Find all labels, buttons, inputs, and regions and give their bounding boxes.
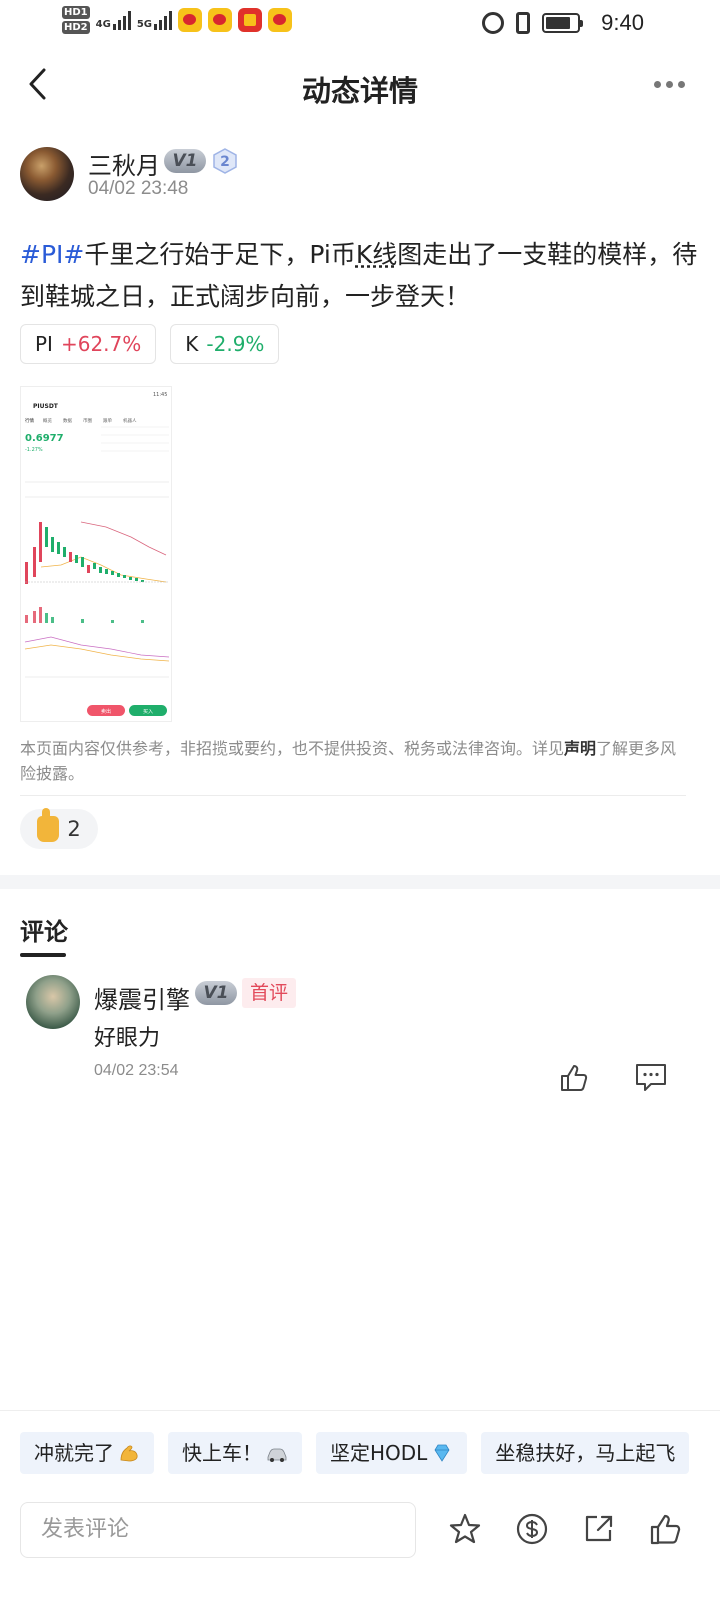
hashtag-link[interactable]: #PI# <box>20 240 84 269</box>
shot-tab: 数据 <box>63 417 72 424</box>
quick-reply-label: 坚定HODL <box>330 1441 428 1465</box>
ticker-symbol: PI <box>35 332 53 356</box>
quick-reply-label: 坐稳扶好，马上起飞 <box>495 1441 676 1465</box>
signal-1: 4G <box>96 10 131 30</box>
shot-price: 0.6977 <box>25 433 64 444</box>
ticker-symbol: K <box>185 332 199 356</box>
quick-reply-chip[interactable]: 坐稳扶好，马上起飞 <box>481 1432 690 1474</box>
tab-indicator <box>20 953 66 957</box>
kline-term[interactable]: K线 <box>356 240 397 269</box>
quick-reply-chip[interactable]: 冲就完了 <box>20 1432 154 1474</box>
author-avatar[interactable] <box>20 147 74 201</box>
ticker-change: +62.7% <box>60 332 142 356</box>
more-button[interactable] <box>654 74 690 94</box>
vip-badge: V1 <box>164 149 206 173</box>
net1-label: 4G <box>95 19 111 30</box>
net2-label: 5G <box>136 19 152 30</box>
post-body: #PI#千里之行始于足下，Pi币K线图走出了一支鞋的模样，待到鞋城之日，正式阔步… <box>20 234 700 318</box>
weibo-notification-icon <box>177 8 202 32</box>
sim1-label: HD1 <box>62 6 90 19</box>
ticker-chip-pi[interactable]: PI +62.7% <box>20 324 157 364</box>
sim2-label: HD2 <box>62 21 90 34</box>
thumbs-up-emoji-icon <box>37 808 60 842</box>
comment-input[interactable]: 发表评论 <box>20 1502 416 1558</box>
diamond-emoji-icon <box>434 1444 450 1462</box>
shot-sell-label: 卖出 <box>101 708 111 715</box>
commenter-name[interactable]: 爆震引擎 <box>94 980 190 1015</box>
status-right <box>482 12 583 34</box>
trading-app-screenshot: 11:45 PIUSDT 行情 概览 数据 币圈 跟单 机器人 0.6977 -… <box>21 387 171 721</box>
quick-reply-label: 冲就完了 <box>34 1441 114 1465</box>
sim-indicators: HD1 HD2 <box>62 6 90 34</box>
divider <box>0 1410 720 1411</box>
signal-bars-icon <box>153 10 172 30</box>
weibo-notification-icon <box>267 8 292 32</box>
thumbs-up-icon[interactable] <box>649 1512 683 1546</box>
status-left: HD1 HD2 4G 5G <box>62 6 292 34</box>
quick-reply-label: 快上车！ <box>182 1441 262 1465</box>
level-number: 2 <box>220 154 230 170</box>
comment-text: 好眼力 <box>94 1026 161 1051</box>
post-text-part: 千里之行始于足下，Pi币 <box>84 240 356 269</box>
vip-badge: V1 <box>195 981 237 1005</box>
ticker-change: -2.9% <box>206 332 265 356</box>
first-comment-badge: 首评 <box>242 978 297 1008</box>
disclaimer-text: 本页面内容仅供参考，非招揽或要约，也不提供投资、税务或法律咨询。详见 <box>20 739 565 758</box>
post-timestamp: 04/02 23:48 <box>88 178 189 199</box>
statement-link[interactable]: 声明 <box>564 739 596 758</box>
nav-bar: 动态详情 <box>0 54 720 118</box>
shot-tab: 机器人 <box>123 417 137 424</box>
weibo-notification-icon <box>207 8 232 32</box>
post-image-thumbnail[interactable]: 11:45 PIUSDT 行情 概览 数据 币圈 跟单 机器人 0.6977 -… <box>20 386 172 722</box>
shot-tab: 跟单 <box>103 417 112 424</box>
comments-tab[interactable]: 评论 <box>20 912 68 947</box>
coin-icon[interactable] <box>515 1512 549 1546</box>
author-name[interactable]: 三秋月 <box>88 146 160 181</box>
like-count: 2 <box>67 817 81 841</box>
shot-time: 11:45 <box>153 392 167 398</box>
alarm-icon <box>482 12 504 34</box>
star-icon[interactable] <box>448 1512 482 1546</box>
commenter-avatar[interactable] <box>26 975 80 1029</box>
shot-buy-label: 买入 <box>143 708 153 715</box>
shot-change: -1.27% <box>25 447 43 453</box>
risk-disclaimer: 本页面内容仅供参考，非招揽或要约，也不提供投资、税务或法律咨询。详见声明了解更多… <box>20 736 692 786</box>
level-badge-icon: 2 <box>213 148 237 174</box>
quick-reply-chip[interactable]: 坚定HODL <box>316 1432 468 1474</box>
page-title: 动态详情 <box>301 74 418 108</box>
like-reaction-button[interactable]: 2 <box>20 808 98 849</box>
more-dot <box>666 80 673 88</box>
comment-timestamp: 04/02 23:54 <box>94 1062 179 1079</box>
more-dot <box>678 80 685 88</box>
more-dot <box>654 80 661 88</box>
muscle-emoji-icon <box>120 1445 138 1462</box>
section-separator <box>0 875 720 889</box>
status-bar: HD1 HD2 4G 5G 9:40 <box>0 0 720 48</box>
app-notification-icon <box>237 8 262 32</box>
car-emoji-icon <box>267 1448 287 1462</box>
quick-reply-chip[interactable]: 快上车！ <box>168 1432 302 1474</box>
divider <box>20 795 686 796</box>
comment-reply-icon[interactable] <box>634 1062 668 1092</box>
comment-like-icon[interactable] <box>558 1062 590 1094</box>
shot-pair: PIUSDT <box>33 403 59 410</box>
shot-tab: 行情 <box>25 417 34 424</box>
share-icon[interactable] <box>582 1512 616 1546</box>
signal-bars-icon <box>112 10 131 30</box>
clock: 9:40 <box>601 10 644 35</box>
shot-tab: 币圈 <box>83 417 92 424</box>
quick-reply-bar: 冲就完了 快上车！ 坚定HODL 坐稳扶好，马上起飞 <box>20 1432 690 1474</box>
shot-tab: 概览 <box>43 417 52 424</box>
vibrate-icon <box>516 12 530 34</box>
ticker-chip-k[interactable]: K -2.9% <box>170 324 280 364</box>
battery-icon <box>542 13 583 33</box>
signal-2: 5G <box>137 10 172 30</box>
ticker-list: PI +62.7% K -2.9% <box>20 324 280 364</box>
